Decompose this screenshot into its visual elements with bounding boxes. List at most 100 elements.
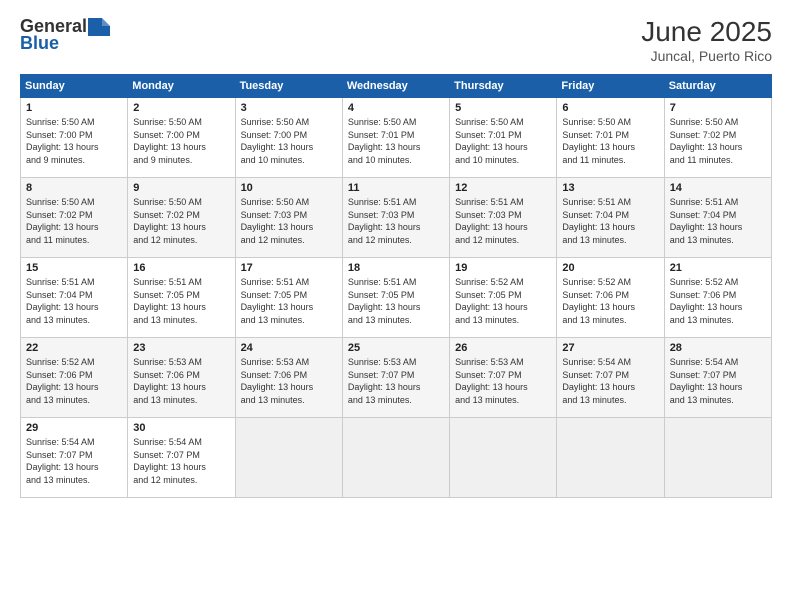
day-info: Sunrise: 5:51 AMSunset: 7:04 PMDaylight:… [26,276,122,326]
calendar-cell: 10Sunrise: 5:50 AMSunset: 7:03 PMDayligh… [235,178,342,258]
day-info: Sunrise: 5:53 AMSunset: 7:06 PMDaylight:… [241,356,337,406]
day-number: 9 [133,182,229,194]
calendar: Sunday Monday Tuesday Wednesday Thursday… [20,74,772,498]
day-number: 11 [348,182,444,194]
day-number: 7 [670,102,766,114]
calendar-cell: 20 Sunrise: 5:52 AMSunset: 7:06 PMDayligh… [557,258,664,338]
day-number: 3 [241,102,337,114]
col-saturday: Saturday [664,75,771,98]
day-info: Sunrise: 5:54 AMSunset: 7:07 PMDaylight:… [133,436,229,486]
day-info: Sunrise: 5:50 AMSunset: 7:00 PMDaylight:… [241,116,337,166]
calendar-cell: 5Sunrise: 5:50 AMSunset: 7:01 PMDaylight… [450,98,557,178]
day-info: Sunrise: 5:54 AMSunset: 7:07 PMDaylight:… [562,356,658,406]
day-number: 19 [455,262,551,274]
col-wednesday: Wednesday [342,75,449,98]
calendar-cell: 30 Sunrise: 5:54 AMSunset: 7:07 PMDayligh… [128,418,235,498]
day-info: Sunrise: 5:51 AMSunset: 7:03 PMDaylight:… [455,196,551,246]
calendar-cell: 6 Sunrise: 5:50 AMSunset: 7:01 PMDaylight… [557,98,664,178]
day-number: 27 [562,342,658,354]
calendar-cell [342,418,449,498]
calendar-cell: 1 Sunrise: 5:50 AMSunset: 7:00 PMDaylight… [21,98,128,178]
logo-blue: Blue [20,33,59,54]
location: Juncal, Puerto Rico [641,48,772,64]
col-tuesday: Tuesday [235,75,342,98]
day-number: 21 [670,262,766,274]
day-number: 18 [348,262,444,274]
calendar-cell: 13Sunrise: 5:51 AMSunset: 7:04 PMDayligh… [557,178,664,258]
day-number: 14 [670,182,766,194]
calendar-cell [450,418,557,498]
day-info: Sunrise: 5:54 AMSunset: 7:07 PMDaylight:… [26,436,122,486]
calendar-cell: 12 Sunrise: 5:51 AMSunset: 7:03 PMDayligh… [450,178,557,258]
page: General Blue June 2025 Juncal, Puerto Ri… [0,0,792,612]
day-info: Sunrise: 5:53 AMSunset: 7:07 PMDaylight:… [348,356,444,406]
day-info: Sunrise: 5:54 AMSunset: 7:07 PMDaylight:… [670,356,766,406]
day-number: 30 [133,422,229,434]
col-sunday: Sunday [21,75,128,98]
day-number: 15 [26,262,122,274]
day-number: 16 [133,262,229,274]
calendar-week-4: 22 Sunrise: 5:52 AMSunset: 7:06 PMDayligh… [21,338,772,418]
day-number: 24 [241,342,337,354]
day-number: 10 [241,182,337,194]
calendar-cell: 3 Sunrise: 5:50 AMSunset: 7:00 PMDaylight… [235,98,342,178]
col-friday: Friday [557,75,664,98]
day-info: Sunrise: 5:50 AMSunset: 7:01 PMDaylight:… [562,116,658,166]
calendar-week-1: 1 Sunrise: 5:50 AMSunset: 7:00 PMDaylight… [21,98,772,178]
day-info: Sunrise: 5:50 AMSunset: 7:02 PMDaylight:… [133,196,229,246]
calendar-cell: 9 Sunrise: 5:50 AMSunset: 7:02 PMDaylight… [128,178,235,258]
day-number: 5 [455,102,551,114]
calendar-cell: 26Sunrise: 5:53 AMSunset: 7:07 PMDayligh… [450,338,557,418]
day-info: Sunrise: 5:51 AMSunset: 7:05 PMDaylight:… [348,276,444,326]
calendar-cell: 15 Sunrise: 5:51 AMSunset: 7:04 PMDayligh… [21,258,128,338]
day-number: 1 [26,102,122,114]
day-info: Sunrise: 5:51 AMSunset: 7:05 PMDaylight:… [241,276,337,326]
calendar-cell: 11 Sunrise: 5:51 AMSunset: 7:03 PMDayligh… [342,178,449,258]
day-info: Sunrise: 5:52 AMSunset: 7:06 PMDaylight:… [670,276,766,326]
day-info: Sunrise: 5:51 AMSunset: 7:04 PMDaylight:… [670,196,766,246]
calendar-header-row: Sunday Monday Tuesday Wednesday Thursday… [21,75,772,98]
day-number: 8 [26,182,122,194]
day-info: Sunrise: 5:50 AMSunset: 7:00 PMDaylight:… [26,116,122,166]
day-info: Sunrise: 5:50 AMSunset: 7:01 PMDaylight:… [348,116,444,166]
calendar-cell: 28 Sunrise: 5:54 AMSunset: 7:07 PMDayligh… [664,338,771,418]
day-info: Sunrise: 5:50 AMSunset: 7:02 PMDaylight:… [670,116,766,166]
col-thursday: Thursday [450,75,557,98]
day-info: Sunrise: 5:51 AMSunset: 7:04 PMDaylight:… [562,196,658,246]
calendar-cell: 2 Sunrise: 5:50 AMSunset: 7:00 PMDaylight… [128,98,235,178]
day-number: 17 [241,262,337,274]
day-number: 12 [455,182,551,194]
day-info: Sunrise: 5:52 AMSunset: 7:06 PMDaylight:… [562,276,658,326]
month-year: June 2025 [641,16,772,48]
calendar-cell: 19 Sunrise: 5:52 AMSunset: 7:05 PMDayligh… [450,258,557,338]
day-number: 23 [133,342,229,354]
col-monday: Monday [128,75,235,98]
calendar-cell: 17 Sunrise: 5:51 AMSunset: 7:05 PMDayligh… [235,258,342,338]
calendar-week-3: 15 Sunrise: 5:51 AMSunset: 7:04 PMDayligh… [21,258,772,338]
day-number: 28 [670,342,766,354]
calendar-cell [235,418,342,498]
calendar-cell: 4 Sunrise: 5:50 AMSunset: 7:01 PMDaylight… [342,98,449,178]
header: General Blue June 2025 Juncal, Puerto Ri… [20,16,772,64]
day-number: 2 [133,102,229,114]
day-number: 22 [26,342,122,354]
day-info: Sunrise: 5:50 AMSunset: 7:00 PMDaylight:… [133,116,229,166]
day-number: 20 [562,262,658,274]
day-info: Sunrise: 5:50 AMSunset: 7:02 PMDaylight:… [26,196,122,246]
day-info: Sunrise: 5:51 AMSunset: 7:03 PMDaylight:… [348,196,444,246]
day-info: Sunrise: 5:53 AMSunset: 7:07 PMDaylight:… [455,356,551,406]
day-info: Sunrise: 5:52 AMSunset: 7:05 PMDaylight:… [455,276,551,326]
day-number: 6 [562,102,658,114]
day-info: Sunrise: 5:52 AMSunset: 7:06 PMDaylight:… [26,356,122,406]
calendar-cell: 23 Sunrise: 5:53 AMSunset: 7:06 PMDayligh… [128,338,235,418]
calendar-cell: 22 Sunrise: 5:52 AMSunset: 7:06 PMDayligh… [21,338,128,418]
day-info: Sunrise: 5:53 AMSunset: 7:06 PMDaylight:… [133,356,229,406]
logo-icon [88,18,110,36]
calendar-cell: 24 Sunrise: 5:53 AMSunset: 7:06 PMDayligh… [235,338,342,418]
day-number: 29 [26,422,122,434]
calendar-cell: 14 Sunrise: 5:51 AMSunset: 7:04 PMDayligh… [664,178,771,258]
calendar-cell: 7 Sunrise: 5:50 AMSunset: 7:02 PMDaylight… [664,98,771,178]
calendar-cell: 8 Sunrise: 5:50 AMSunset: 7:02 PMDaylight… [21,178,128,258]
day-number: 25 [348,342,444,354]
day-number: 4 [348,102,444,114]
